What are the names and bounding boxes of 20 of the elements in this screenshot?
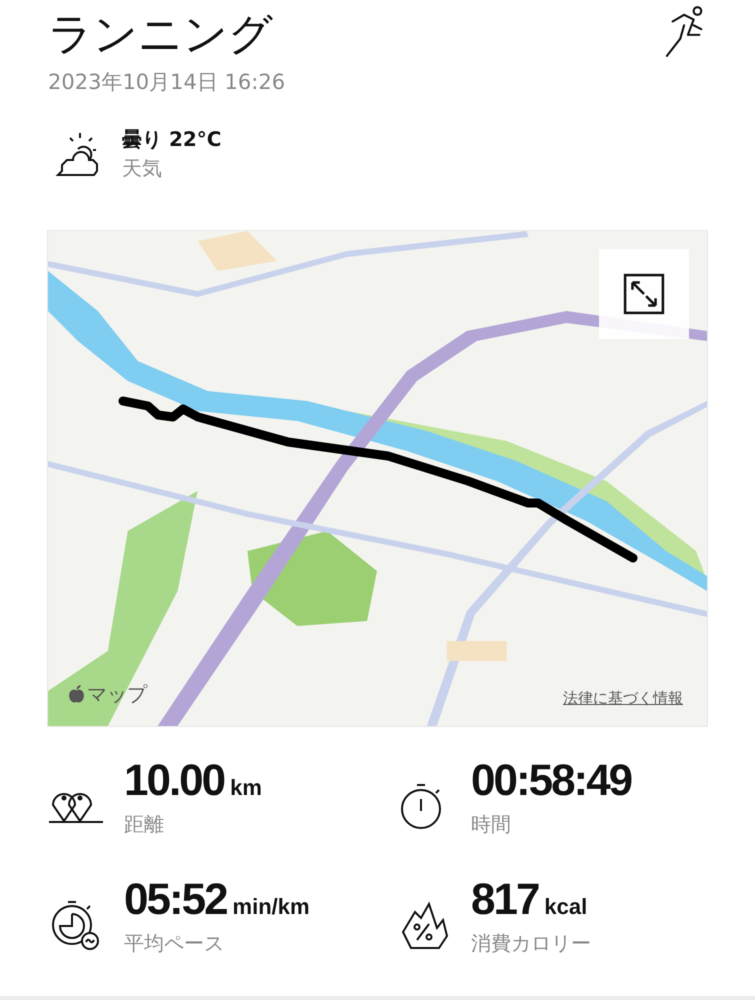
stat-label: 距離	[124, 811, 165, 838]
stat-unit: min/km	[232, 894, 310, 920]
expand-icon	[623, 273, 665, 315]
legal-info-link[interactable]: 法律に基づく情報	[563, 689, 683, 708]
stat-unit: km	[230, 775, 262, 801]
map-attribution: マップ	[87, 681, 147, 708]
stat-label: 平均ペース	[124, 930, 225, 957]
map-logo-icon	[68, 685, 85, 704]
stat-value: 05:52	[124, 874, 227, 926]
activity-date: 2023年10月14日 16:26	[48, 69, 286, 96]
stat-value: 817	[471, 874, 538, 926]
weather-label: 天気	[122, 155, 163, 182]
stat-label: 時間	[471, 811, 512, 838]
weather-condition: 曇り 22°C	[122, 126, 222, 153]
stat-label: 消費カロリー	[471, 930, 591, 957]
page-title: ランニング	[48, 8, 274, 62]
expand-button[interactable]	[599, 249, 689, 339]
stat-value: 00:58:49	[471, 755, 632, 807]
stat-value: 10.00	[124, 755, 224, 807]
stat-unit: kcal	[544, 894, 588, 920]
